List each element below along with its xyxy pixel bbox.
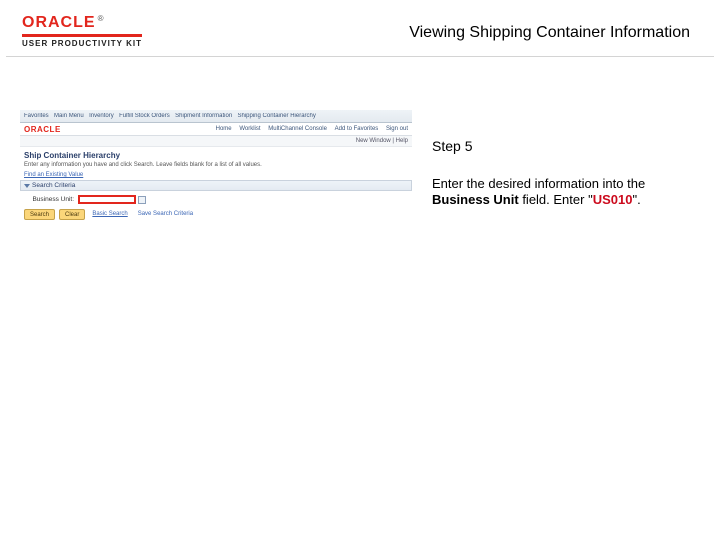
search-button[interactable]: Search [24, 209, 55, 220]
nav-link-signout[interactable]: Sign out [386, 126, 408, 132]
breadcrumb-item[interactable]: Shipping Container Hierarchy [238, 113, 316, 119]
section-title: Search Criteria [32, 182, 75, 189]
nav-link-home[interactable]: Home [216, 126, 232, 132]
breadcrumb-item[interactable]: Favorites [24, 113, 49, 119]
app-brand-row: ORACLE Home Worklist MultiChannel Consol… [20, 123, 412, 136]
app-screenshot-panel: Favorites Main Menu Inventory Fulfill St… [20, 110, 412, 255]
button-row: Search Clear Basic Search Save Search Cr… [20, 205, 412, 224]
instruction-segment: field. Enter [522, 192, 588, 207]
new-window-link[interactable]: New Window | Help [356, 138, 408, 144]
oracle-wordmark: ORACLE [22, 14, 96, 31]
breadcrumb-item[interactable]: Fulfill Stock Orders [119, 113, 170, 119]
search-criteria-bar[interactable]: Search Criteria [20, 180, 412, 191]
breadcrumb-item[interactable]: Inventory [89, 113, 114, 119]
instruction-text: Enter the desired information into the B… [432, 176, 682, 208]
header-divider [6, 56, 714, 57]
trademark-symbol: ® [98, 14, 104, 23]
instruction-segment: Enter the desired information into the [432, 176, 645, 191]
breadcrumb-item[interactable]: Main Menu [54, 113, 84, 119]
lookup-icon[interactable] [138, 196, 146, 204]
clear-button[interactable]: Clear [59, 209, 85, 220]
business-unit-row: Business Unit: [20, 194, 412, 205]
page-subtitle: Enter any information you have and click… [20, 162, 412, 172]
instruction-value: US010 [593, 192, 633, 207]
save-search-link[interactable]: Save Search Criteria [135, 209, 196, 220]
upk-subline: USER PRODUCTIVITY KIT [22, 39, 142, 48]
app-subheader: New Window | Help [20, 136, 412, 147]
nav-link-channel[interactable]: MultiChannel Console [268, 126, 327, 132]
find-existing-link[interactable]: Find an Existing Value [20, 172, 412, 180]
nav-link-addfav[interactable]: Add to Favorites [335, 126, 379, 132]
instruction-field-name: Business Unit [432, 192, 519, 207]
step-label: Step 5 [432, 138, 472, 154]
app-breadcrumb-bar: Favorites Main Menu Inventory Fulfill St… [20, 110, 412, 123]
lesson-title: Viewing Shipping Container Information [409, 24, 690, 42]
business-unit-label: Business Unit: [24, 196, 74, 203]
breadcrumb-item[interactable]: Shipment Information [175, 113, 232, 119]
business-unit-input[interactable] [78, 195, 136, 204]
nav-link-worklist[interactable]: Worklist [239, 126, 260, 132]
breadcrumb: Favorites Main Menu Inventory Fulfill St… [24, 113, 408, 119]
oracle-upk-logo: ORACLE® USER PRODUCTIVITY KIT [22, 14, 142, 48]
app-oracle-logo: ORACLE [24, 125, 61, 134]
page-title: Ship Container Hierarchy [20, 147, 412, 162]
basic-search-link[interactable]: Basic Search [89, 209, 130, 220]
app-nav-links: Home Worklist MultiChannel Console Add t… [210, 126, 408, 132]
logo-divider [22, 34, 142, 37]
collapse-icon [24, 184, 30, 188]
